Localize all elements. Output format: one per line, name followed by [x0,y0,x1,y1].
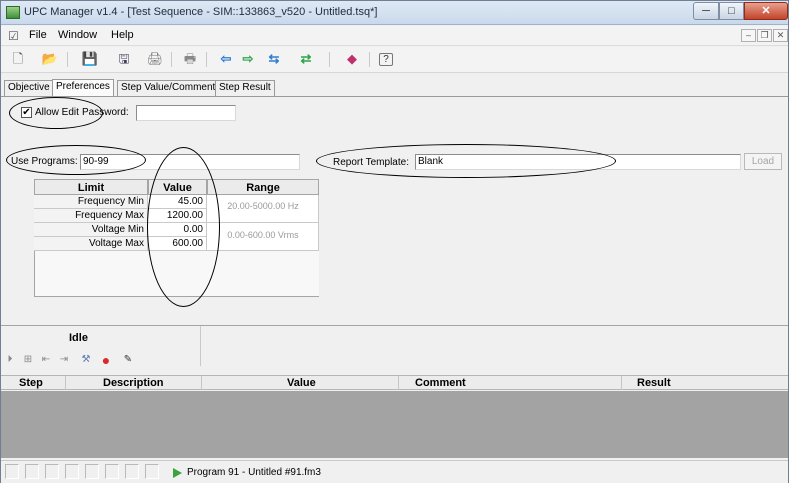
step-forward-icon[interactable]: ⏵ [3,353,17,367]
save-all-icon[interactable]: 🖫 [115,51,133,67]
download-icon[interactable]: ⇦ [217,51,235,67]
value-column-highlight-ellipse [147,147,220,307]
menu-bar: ☑ File Window Help – ❐ ✕ [1,26,788,46]
tab-objective[interactable]: Objective [4,80,54,96]
insert-step-icon[interactable]: ⊞ [21,353,35,367]
password-field[interactable] [136,105,236,121]
print-icon[interactable]: 🖨 [146,51,164,67]
indent-right-icon[interactable]: ⇥ [57,353,71,367]
status-program-text: Program 91 - Untitled #91.fm3 [187,467,321,478]
title-bar[interactable]: UPC Manager v1.4 - [Test Sequence - SIM:… [1,1,788,25]
load-button[interactable]: Load [744,153,782,170]
voltage-range-text: 0.00-600.00 Vrms [227,230,299,240]
app-icon [6,6,20,19]
step-list-header: Step Description Value Comment Result [1,375,788,390]
limit-name-cell: Frequency Min [34,195,148,209]
limit-column-header: Limit [34,179,148,195]
limit-name-cell: Frequency Max [34,209,148,223]
open-folder-icon[interactable]: 📂 [41,51,59,67]
limit-name-cell: Voltage Max [34,237,148,251]
save-icon[interactable]: 💾 [81,51,99,67]
play-icon [173,468,182,478]
mdi-minimize-button[interactable]: – [741,29,756,42]
step-list[interactable] [1,391,788,458]
range-column-header: Range [207,179,319,195]
sync-icon[interactable]: ⇄ [297,51,315,67]
menu-file[interactable]: File [29,29,47,41]
document-menu-icon[interactable]: ☑ [8,29,19,43]
menu-help[interactable]: Help [111,29,134,41]
description-column-header[interactable]: Description [103,377,164,389]
tools-icon[interactable]: ⚒ [79,353,93,367]
toolbar: 🗋 📂 💾 🖫 🖨 🖶 ⇦ ⇨ ⇆ ⇄ ◆ ? [1,47,788,73]
result-column-header[interactable]: Result [637,377,671,389]
help-icon[interactable]: ? [379,53,393,66]
mdi-close-button[interactable]: ✕ [773,29,788,42]
allow-edit-highlight-ellipse [9,97,103,129]
transfer-icon[interactable]: ⇆ [265,51,283,67]
stop-icon[interactable]: ● [99,353,113,367]
sequence-status: Idle [69,332,88,344]
menu-window[interactable]: Window [58,29,97,41]
close-button[interactable]: ✕ [744,2,788,20]
value-column-header[interactable]: Value [287,377,316,389]
book-icon[interactable]: ◆ [343,51,361,67]
new-icon[interactable]: 🗋 [9,51,27,67]
tab-step-value-comment[interactable]: Step Value/Comment [117,80,220,96]
limit-name-cell: Voltage Min [34,223,148,237]
minimize-button[interactable]: ─ [693,2,719,20]
comment-column-header[interactable]: Comment [415,377,466,389]
print-preview-icon[interactable]: 🖶 [181,51,199,67]
upload-icon[interactable]: ⇨ [239,51,257,67]
maximize-button[interactable]: □ [719,2,744,20]
mdi-restore-button[interactable]: ❐ [757,29,772,42]
tab-preferences[interactable]: Preferences [52,79,114,97]
report-template-highlight-ellipse [316,144,616,178]
step-column-header[interactable]: Step [19,377,43,389]
status-bar: Program 91 - Untitled #91.fm3 [1,460,788,483]
tab-step-result[interactable]: Step Result [215,80,275,96]
main-window: UPC Manager v1.4 - [Test Sequence - SIM:… [0,0,789,483]
indent-left-icon[interactable]: ⇤ [39,353,53,367]
use-programs-highlight-ellipse [6,145,146,175]
edit-icon[interactable]: ✎ [121,353,135,367]
window-title: UPC Manager v1.4 - [Test Sequence - SIM:… [24,6,378,18]
frequency-range-text: 20.00-5000.00 Hz [227,201,299,211]
